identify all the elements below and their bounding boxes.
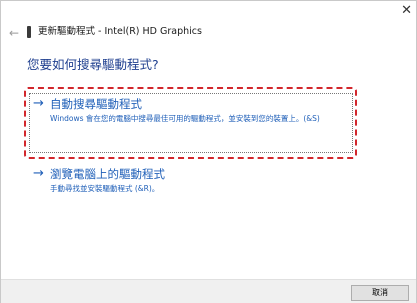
back-arrow-icon[interactable]: ← <box>9 27 19 39</box>
update-driver-dialog: ✕ ← 更新驅動程式 - Intel(R) HD Graphics 您要如何搜尋… <box>0 0 417 303</box>
auto-search-description: Windows 會在您的電腦中搜尋最佳可用的驅動程式，並安裝到您的裝置上。(&S… <box>50 114 320 123</box>
arrow-right-icon: → <box>33 166 44 181</box>
browse-driver-description: 手動尋找並安裝驅動程式 (&R)。 <box>50 184 160 193</box>
auto-search-driver-option[interactable]: → 自動搜尋驅動程式 Windows 會在您的電腦中搜尋最佳可用的驅動程式，並安… <box>29 93 353 153</box>
window-title: 更新驅動程式 - Intel(R) HD Graphics <box>38 26 202 37</box>
auto-search-title: 自動搜尋驅動程式 <box>50 97 142 111</box>
device-icon <box>27 26 31 38</box>
arrow-right-icon: → <box>33 96 44 111</box>
browse-driver-option[interactable]: → 瀏覽電腦上的驅動程式 手動尋找並安裝驅動程式 (&R)。 <box>30 164 352 200</box>
page-heading: 您要如何搜尋驅動程式? <box>27 57 159 72</box>
close-icon[interactable]: ✕ <box>401 4 412 17</box>
dialog-footer: 取消 <box>1 279 416 303</box>
browse-driver-title: 瀏覽電腦上的驅動程式 <box>50 167 165 181</box>
cancel-button[interactable]: 取消 <box>351 285 409 301</box>
